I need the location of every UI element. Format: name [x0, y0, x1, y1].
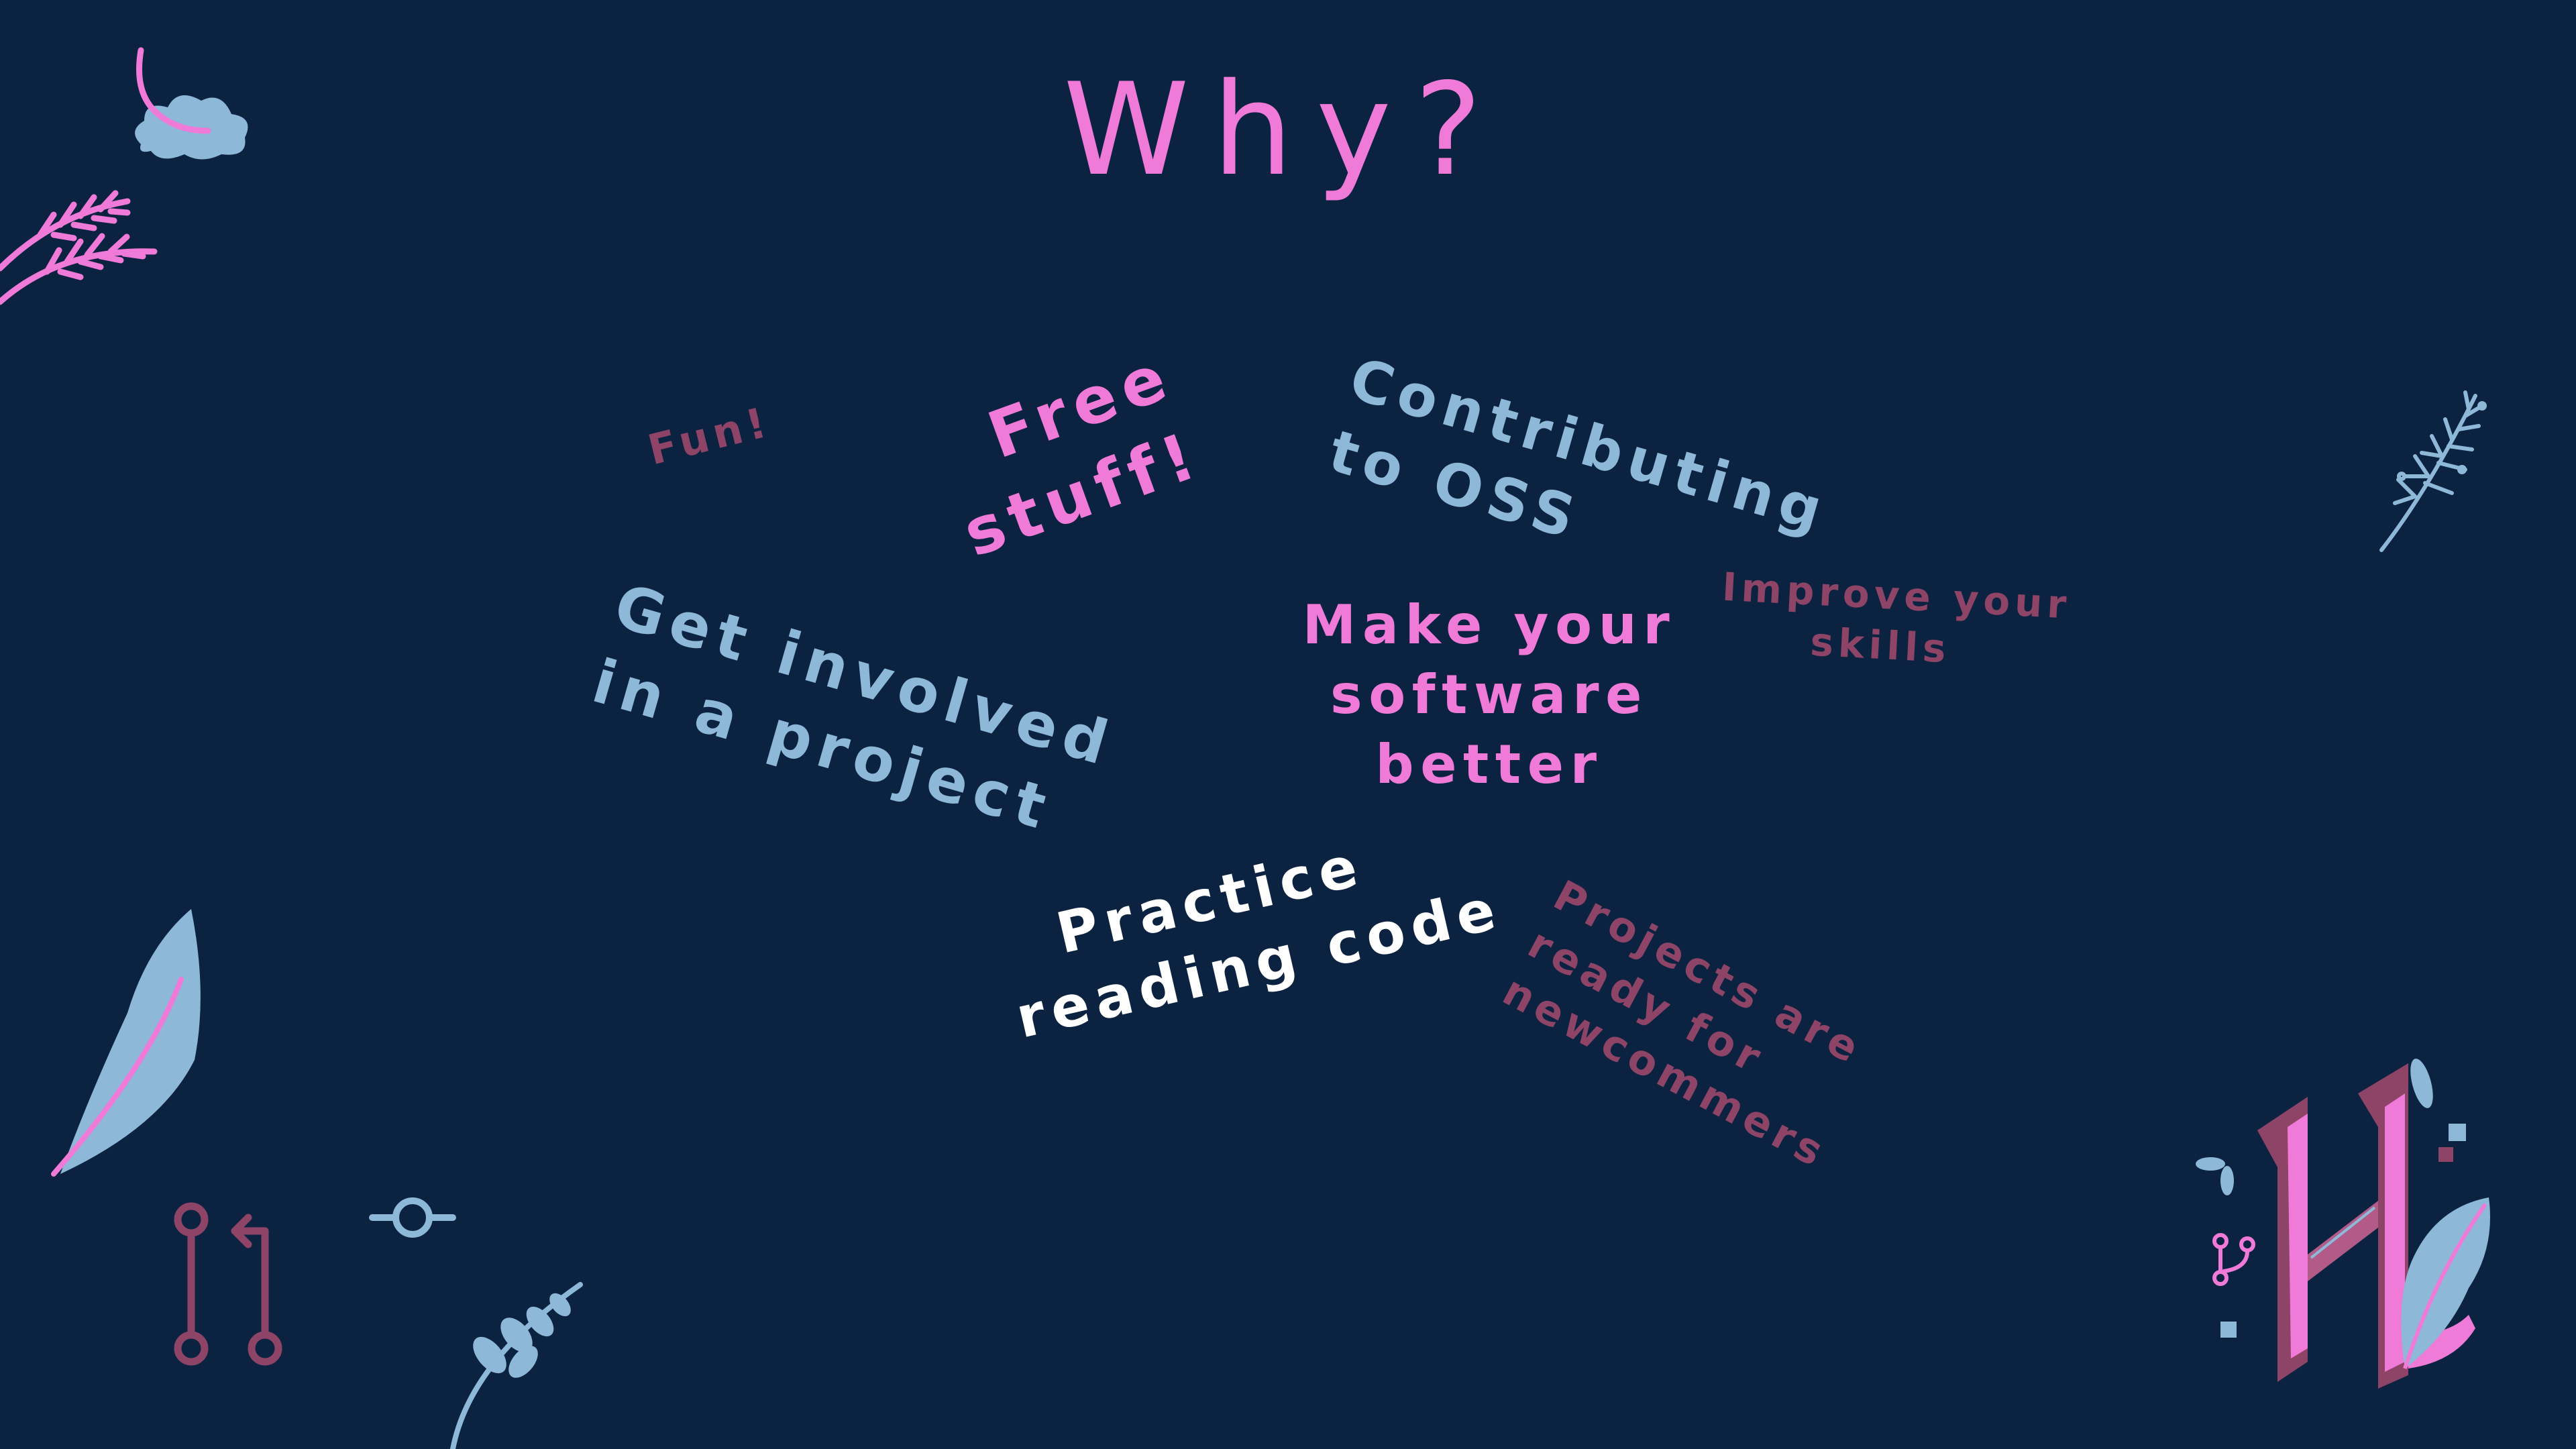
pull-request-icon [174, 1202, 282, 1366]
phrase-get-involved: Get involved in a project [584, 567, 1124, 860]
hacktoberfest-logo-icon [2196, 1059, 2490, 1389]
fern-sprig-icon [2379, 390, 2487, 552]
phrase-free-stuff: Free stuff! [899, 334, 1214, 585]
git-commit-icon [369, 1197, 456, 1238]
slide-title: Why? [1063, 56, 1505, 204]
phrase-projects-ready: Projects are ready for newcommers [1493, 869, 1887, 1181]
phrase-improve-skills: Improve your skills [1718, 562, 2072, 680]
phrase-line: Make your [1302, 594, 1676, 656]
herb-sprig-icon [450, 1282, 583, 1449]
phrase-line: better [1375, 733, 1603, 796]
phrase-fun: Fun! [643, 396, 776, 475]
feather-icon [136, 47, 211, 134]
wheat-sprig-icon [0, 190, 158, 305]
phrase-make-software-better: Make your software better [1301, 590, 1677, 800]
leaf-icon [51, 909, 201, 1177]
phrase-line: software [1330, 663, 1649, 726]
